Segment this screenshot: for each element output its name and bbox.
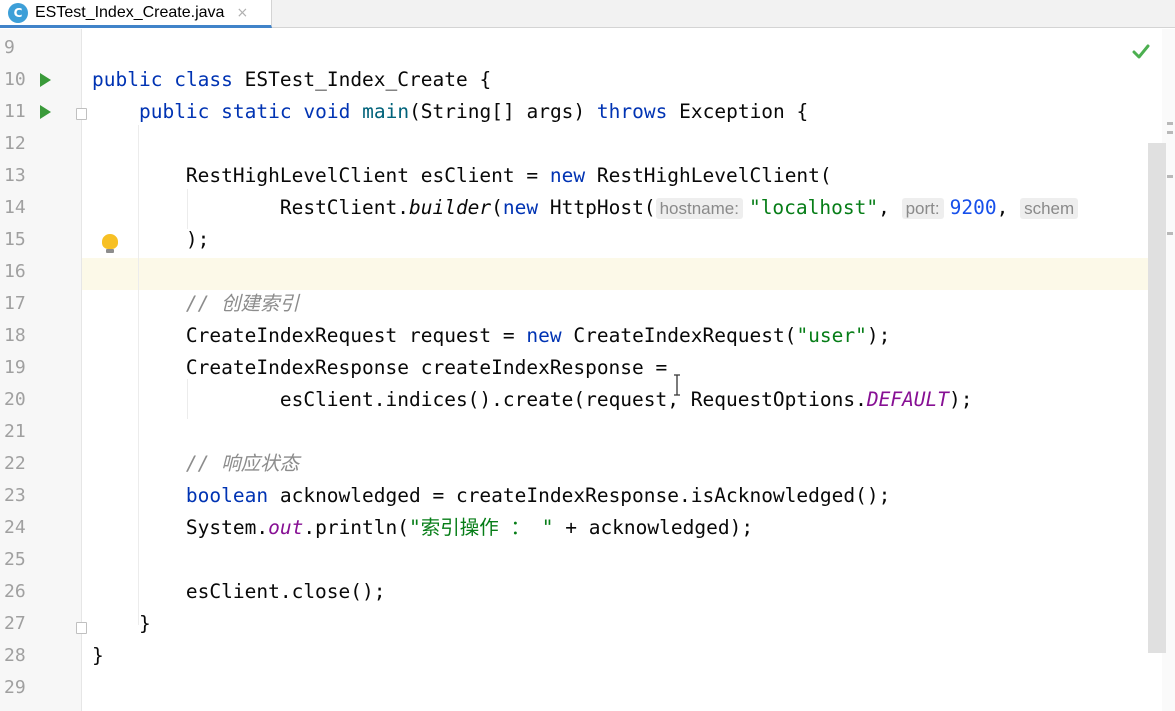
- line-number: 12: [4, 133, 26, 154]
- param-hint: schem: [1020, 198, 1079, 219]
- code-comment: // 响应状态: [185, 452, 300, 475]
- line-number: 14: [4, 197, 26, 218]
- check-icon[interactable]: [1131, 42, 1151, 62]
- code-line: // 创建索引: [92, 288, 299, 320]
- line-number: 29: [4, 677, 26, 698]
- code-editor[interactable]: public class ESTest_Index_Create { publi…: [82, 29, 1162, 711]
- code-comment: // 创建索引: [185, 292, 300, 315]
- code-line: boolean acknowledged = createIndexRespon…: [185, 484, 891, 507]
- code-line: );: [185, 228, 210, 251]
- param-hint: hostname:: [655, 198, 743, 219]
- code-line: // 响应状态: [92, 448, 299, 480]
- code-line: }: [138, 612, 151, 635]
- scroll-marker[interactable]: [1167, 175, 1173, 178]
- line-number: 13: [4, 165, 26, 186]
- line-number: 10: [4, 69, 26, 90]
- current-line-highlight: [82, 258, 1162, 290]
- line-number: 20: [4, 389, 26, 410]
- line-number: 17: [4, 293, 26, 314]
- line-number: 27: [4, 613, 26, 634]
- code-line: CreateIndexRequest request = new CreateI…: [185, 324, 891, 347]
- editor-gutter: 9 10 11 12 13 14 15 16 17 18 19 20 21 22…: [0, 29, 82, 711]
- code-line: RestHighLevelClient esClient = new RestH…: [185, 164, 832, 187]
- line-number: 24: [4, 517, 26, 538]
- line-number: 15: [4, 229, 26, 250]
- code-line: public static void main(String[] args) t…: [138, 100, 809, 123]
- code-line: public class ESTest_Index_Create {: [92, 68, 492, 91]
- run-arrow-icon[interactable]: [40, 73, 51, 87]
- scroll-marker[interactable]: [1167, 232, 1173, 235]
- run-arrow-icon[interactable]: [40, 105, 51, 119]
- editor-tab-bar: C ESTest_Index_Create.java ×: [0, 0, 1175, 28]
- line-number: 22: [4, 453, 26, 474]
- line-number: 16: [4, 261, 26, 282]
- line-number: 19: [4, 357, 26, 378]
- text-cursor-icon: [674, 374, 680, 396]
- line-number: 21: [4, 421, 26, 442]
- line-number: 28: [4, 645, 26, 666]
- code-line: }: [92, 644, 104, 667]
- close-tab-icon[interactable]: ×: [236, 5, 248, 21]
- line-number: 11: [4, 101, 26, 122]
- tab-label: ESTest_Index_Create.java: [35, 3, 225, 21]
- line-number: 9: [4, 37, 15, 58]
- scrollbar-thumb[interactable]: [1148, 143, 1166, 653]
- code-line: System.out.println("索引操作 ： " + acknowled…: [185, 516, 754, 539]
- line-number: 23: [4, 485, 26, 506]
- line-number: 18: [4, 325, 26, 346]
- line-number: 25: [4, 549, 26, 570]
- scroll-marker[interactable]: [1167, 122, 1173, 125]
- code-line: esClient.indices().create(request, Reque…: [279, 388, 973, 411]
- java-class-icon: C: [8, 2, 28, 23]
- code-line: RestClient.builder(new HttpHost(hostname…: [92, 192, 1084, 224]
- scroll-marker[interactable]: [1167, 131, 1173, 134]
- line-number: 26: [4, 581, 26, 602]
- code-line: CreateIndexResponse createIndexResponse …: [185, 356, 680, 379]
- tab-estest-index-create[interactable]: C ESTest_Index_Create.java ×: [0, 0, 272, 28]
- code-line: esClient.close();: [185, 580, 386, 603]
- param-hint: port:: [901, 198, 944, 219]
